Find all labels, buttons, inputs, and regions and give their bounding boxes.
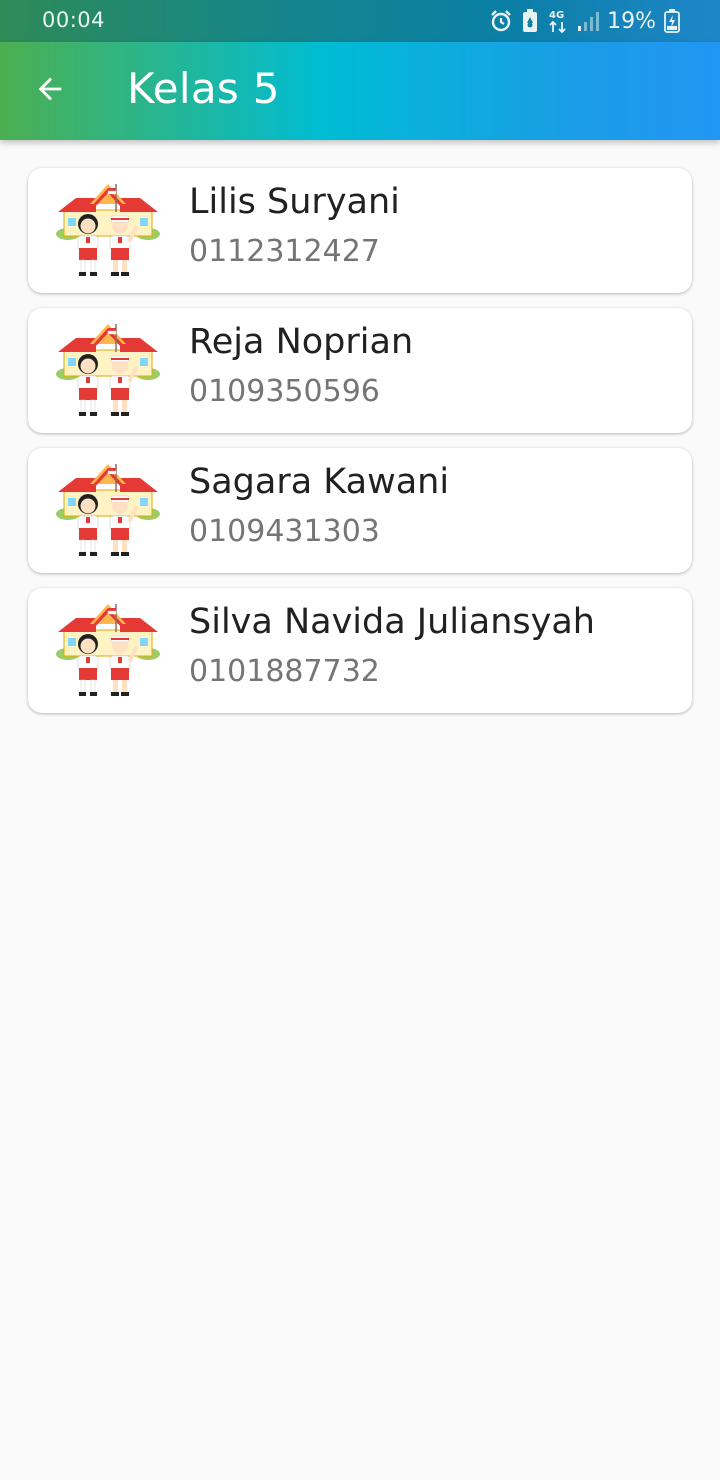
student-card[interactable]: Silva Navida Juliansyah 0101887732	[28, 588, 692, 713]
status-time: 00:04	[42, 8, 106, 32]
status-icons: 4G 19%	[489, 6, 680, 36]
battery-saver-icon	[521, 9, 539, 33]
alarm-icon	[489, 9, 513, 33]
status-bar: 00:04 4G 19%	[0, 0, 720, 42]
app-bar: Kelas 5	[0, 42, 720, 140]
student-card[interactable]: Lilis Suryani 0112312427	[28, 168, 692, 293]
network-4g-icon: 4G	[547, 8, 569, 34]
back-button[interactable]	[22, 63, 78, 119]
student-name: Reja Noprian	[189, 322, 414, 362]
school-children-icon	[56, 182, 160, 278]
network-label: 4G	[549, 10, 564, 21]
student-nis: 0109350596	[189, 374, 380, 409]
student-name: Lilis Suryani	[189, 182, 400, 222]
school-children-icon	[56, 322, 160, 418]
school-children-icon	[56, 462, 160, 558]
signal-icon	[577, 10, 600, 32]
battery-percentage: 19%	[607, 8, 656, 34]
student-card[interactable]: Sagara Kawani 0109431303	[28, 448, 692, 573]
student-nis: 0112312427	[189, 234, 380, 269]
page-title: Kelas 5	[127, 64, 280, 113]
student-name: Silva Navida Juliansyah	[189, 602, 595, 642]
student-name: Sagara Kawani	[189, 462, 450, 502]
student-nis: 0101887732	[189, 654, 380, 689]
student-nis: 0109431303	[189, 514, 380, 549]
battery-charging-icon	[664, 9, 680, 33]
arrow-left-icon	[33, 72, 67, 110]
student-list: Lilis Suryani 0112312427 Reja Noprian 01…	[28, 168, 692, 728]
school-children-icon	[56, 602, 160, 698]
student-card[interactable]: Reja Noprian 0109350596	[28, 308, 692, 433]
